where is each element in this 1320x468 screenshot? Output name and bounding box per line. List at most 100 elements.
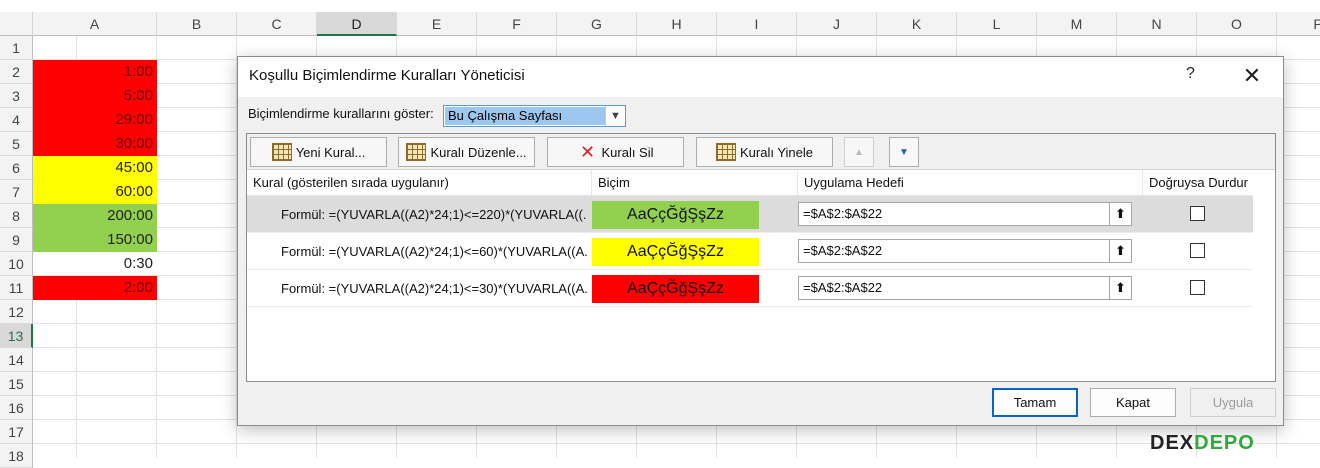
rule-row[interactable]: Formül: =(YUVARLA((A2)*24;1)<=220)*(YUVA… [247,196,1253,233]
cell-a[interactable]: 5:00 [33,84,157,108]
close-icon[interactable]: ✕ [1238,62,1266,90]
column-header[interactable]: A [33,12,157,36]
rule-row[interactable]: Formül: =(YUVARLA((A2)*24;1)<=60)*(YUVAR… [247,233,1253,270]
row-header[interactable]: 15 [0,372,33,396]
column-header[interactable]: I [717,12,797,36]
range-picker-icon[interactable]: ⬆ [1109,240,1131,262]
column-header[interactable]: C [237,12,317,36]
show-rules-label: Biçimlendirme kurallarını göster: [248,106,434,121]
row-header[interactable]: 16 [0,396,33,420]
duplicate-icon [716,143,736,161]
cell-a[interactable]: 30:00 [33,132,157,156]
cell-a[interactable]: 0:30 [33,252,157,276]
duplicate-rule-button[interactable]: Kuralı Yinele [696,137,833,167]
row-header[interactable]: 12 [0,300,33,324]
row-header[interactable]: 17 [0,420,33,444]
move-up-button[interactable]: ▲ [844,137,874,167]
new-rule-label: Yeni Kural... [295,144,366,160]
chevron-down-icon[interactable]: ▼ [605,106,625,126]
select-all-corner[interactable] [0,12,33,36]
new-rule-button[interactable]: Yeni Kural... [250,137,387,167]
row-header[interactable]: 1 [0,36,33,60]
row-header[interactable]: 5 [0,132,33,156]
rules-toolbar: Yeni Kural... Kuralı Düzenle... ✕ Kuralı… [247,134,1275,170]
stop-if-true-checkbox[interactable] [1190,243,1205,258]
row-header[interactable]: 8 [0,204,33,228]
column-header[interactable]: J [797,12,877,36]
column-header[interactable]: F [477,12,557,36]
range-picker-icon[interactable]: ⬆ [1109,203,1131,225]
rule-formula: Formül: =(YUVARLA((A2)*24;1)<=220)*(YUVA… [281,207,587,222]
applies-to-input[interactable]: =$A$2:$A$22 ⬆ [798,239,1132,263]
delete-rule-button[interactable]: ✕ Kuralı Sil [547,137,684,167]
row-header[interactable]: 18 [0,444,33,468]
column-header[interactable]: L [957,12,1037,36]
row-header[interactable]: 6 [0,156,33,180]
column-header[interactable]: O [1197,12,1277,36]
column-headers: ABCDEFGHIJKLMNOP [33,12,1320,36]
rule-formula: Formül: =(YUVARLA((A2)*24;1)<=30)*(YUVAR… [281,281,587,296]
format-preview: AaÇçĞğŞşZz [592,238,759,266]
duplicate-rule-label: Kuralı Yinele [740,144,813,160]
applies-to-value: =$A$2:$A$22 [803,206,883,221]
column-header[interactable]: G [557,12,637,36]
applies-to-column-header: Uygulama Hedefi [798,170,1143,196]
dialog-title: Koşullu Biçimlendirme Kuralları Yönetici… [249,67,525,84]
cell-a[interactable]: 200:00 [33,204,157,228]
column-header[interactable]: K [877,12,957,36]
format-column-header: Biçim [592,170,798,196]
rules-list: Yeni Kural... Kuralı Düzenle... ✕ Kuralı… [246,133,1276,382]
rules-scrollbar[interactable] [1253,170,1275,381]
cell-a[interactable] [33,36,157,60]
edit-rule-button[interactable]: Kuralı Düzenle... [398,137,535,167]
row-header[interactable]: 10 [0,252,33,276]
help-button[interactable]: ? [1186,65,1195,83]
cell-a[interactable]: 29:00 [33,108,157,132]
row-header[interactable]: 7 [0,180,33,204]
logo-prefix: DEX [1150,432,1195,454]
row-header[interactable]: 11 [0,276,33,300]
stop-if-true-checkbox[interactable] [1190,280,1205,295]
watermark-logo: DEXDEPO [1150,432,1255,455]
row-header[interactable]: 2 [0,60,33,84]
column-header[interactable]: M [1037,12,1117,36]
cell-a[interactable]: 150:00 [33,228,157,252]
row-header[interactable]: 4 [0,108,33,132]
column-header[interactable]: P [1277,12,1320,36]
delete-rule-label: Kuralı Sil [601,144,654,160]
cell-a[interactable]: 60:00 [33,180,157,204]
column-header[interactable]: N [1117,12,1197,36]
column-header[interactable]: E [397,12,477,36]
chevron-down-icon: ▼ [899,146,909,158]
stop-if-true-checkbox[interactable] [1190,206,1205,221]
rule-row[interactable]: Formül: =(YUVARLA((A2)*24;1)<=30)*(YUVAR… [247,270,1253,307]
show-rules-select[interactable]: Bu Çalışma Sayfası ▼ [443,105,626,127]
ok-button[interactable]: Tamam [992,388,1078,417]
range-picker-icon[interactable]: ⬆ [1109,277,1131,299]
move-down-button[interactable]: ▼ [889,137,919,167]
stop-if-true-column-header: Doğruysa Durdur [1149,175,1248,190]
column-header[interactable]: B [157,12,237,36]
table-icon [271,143,292,161]
logo-accent: DEPO [1194,432,1255,454]
rules-table-header: Kural (gösterilen sırada uygulanır) Biçi… [247,170,1253,196]
row-header[interactable]: 13 [0,324,33,348]
column-header[interactable]: H [637,12,717,36]
conditional-formatting-dialog: Koşullu Biçimlendirme Kuralları Yönetici… [237,56,1284,426]
edit-rule-label: Kuralı Düzenle... [430,144,527,160]
close-button[interactable]: Kapat [1090,388,1176,417]
row-header[interactable]: 14 [0,348,33,372]
cell-a[interactable]: 1:00 [33,60,157,84]
apply-button[interactable]: Uygula [1190,388,1276,417]
row-header[interactable]: 9 [0,228,33,252]
applies-to-value: =$A$2:$A$22 [803,243,883,258]
chevron-up-icon: ▲ [854,146,864,158]
cell-a[interactable]: 45:00 [33,156,157,180]
row-header[interactable]: 3 [0,84,33,108]
applies-to-input[interactable]: =$A$2:$A$22 ⬆ [798,276,1132,300]
column-header[interactable]: D [317,12,397,36]
format-preview: AaÇçĞğŞşZz [592,201,759,229]
delete-icon: ✕ [579,142,596,162]
cell-a[interactable]: 2:00 [33,276,157,300]
applies-to-input[interactable]: =$A$2:$A$22 ⬆ [798,202,1132,226]
